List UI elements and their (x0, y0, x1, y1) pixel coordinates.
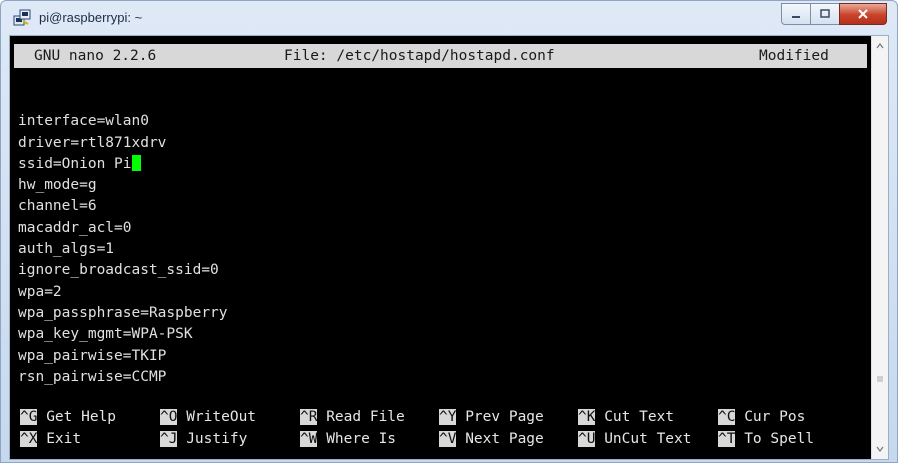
scroll-grip-icon[interactable] (876, 374, 884, 384)
shortcut-key: ^Y (439, 409, 457, 425)
title-bar[interactable]: pi@raspberrypi: ~ (1, 1, 897, 35)
shortcut-cur-pos[interactable]: ^C Cur Pos (718, 409, 805, 425)
shortcut-label: Prev Page (456, 409, 544, 425)
editor-line: ignore_broadcast_ssid=0 (18, 262, 219, 279)
terminal-client-area: GNU nano 2.2.6 File: /etc/hostapd/hostap… (9, 35, 889, 460)
editor-line-text: ssid=Onion Pi (18, 155, 132, 172)
shortcut-to-spell[interactable]: ^T To Spell (718, 431, 814, 447)
shortcut-next-page[interactable]: ^V Next Page (439, 431, 544, 447)
shortcut-label: Read File (317, 409, 405, 425)
terminal-window: pi@raspberrypi: ~ GNU nano 2.2.6 File: /… (0, 0, 898, 463)
editor-line: driver=rtl871xdrv (18, 134, 167, 151)
shortcut-label: Where Is (317, 431, 397, 447)
shortcut-exit[interactable]: ^X Exit (20, 431, 81, 447)
shortcut-key: ^C (718, 409, 736, 425)
shortcut-label: Cur Pos (735, 409, 806, 425)
editor-line: rsn_pairwise=CCMP (18, 368, 167, 385)
text-cursor (131, 154, 141, 171)
shortcut-get-help[interactable]: ^G Get Help (20, 409, 116, 425)
shortcut-justify[interactable]: ^J Justify (160, 431, 247, 447)
scroll-up-icon[interactable] (876, 42, 884, 50)
editor-line: wpa_key_mgmt=WPA-PSK (18, 326, 193, 343)
shortcut-prev-page[interactable]: ^Y Prev Page (439, 409, 544, 425)
shortcut-key: ^O (160, 409, 178, 425)
caption-buttons (781, 3, 887, 25)
maximize-icon (820, 9, 830, 18)
nano-version: GNU nano 2.2.6 (34, 48, 157, 64)
shortcut-label: Cut Text (595, 409, 675, 425)
editor-line: wpa_passphrase=Raspberry (18, 304, 228, 321)
shortcut-label: To Spell (735, 431, 815, 447)
editor-line: interface=wlan0 (18, 113, 149, 130)
shortcut-key: ^U (578, 431, 596, 447)
shortcut-label: UnCut Text (595, 431, 692, 447)
close-icon (858, 9, 868, 19)
editor-line: wpa=2 (18, 283, 62, 300)
shortcut-uncut-text[interactable]: ^U UnCut Text (578, 431, 692, 447)
shortcut-label: Exit (37, 431, 82, 447)
shortcut-read-file[interactable]: ^R Read File (300, 409, 405, 425)
close-button[interactable] (839, 3, 887, 25)
shortcut-label: Justify (177, 431, 248, 447)
shortcut-key: ^V (439, 431, 457, 447)
scroll-down-icon[interactable] (876, 445, 884, 453)
shortcut-key: ^T (718, 431, 736, 447)
maximize-button[interactable] (810, 3, 840, 25)
editor-line: wpa_pairwise=TKIP (18, 347, 167, 364)
editor-line: auth_algs=1 (18, 241, 115, 258)
shortcut-label: Next Page (456, 431, 544, 447)
shortcut-cut-text[interactable]: ^K Cut Text (578, 409, 674, 425)
editor-line: channel=6 (18, 198, 97, 215)
window-title: pi@raspberrypi: ~ (39, 10, 143, 25)
nano-filename: File: /etc/hostapd/hostapd.conf (284, 48, 555, 64)
vertical-scrollbar[interactable] (871, 36, 888, 459)
shortcut-key: ^R (300, 409, 318, 425)
shortcut-where-is[interactable]: ^W Where Is (300, 431, 396, 447)
minimize-icon (792, 16, 800, 18)
shortcut-key: ^K (578, 409, 596, 425)
editor-line: macaddr_acl=0 (18, 219, 132, 236)
shortcut-key: ^G (20, 409, 38, 425)
terminal-screen[interactable]: GNU nano 2.2.6 File: /etc/hostapd/hostap… (10, 36, 872, 459)
shortcut-key: ^J (160, 431, 178, 447)
shortcut-key: ^X (20, 431, 38, 447)
shortcut-label: Get Help (37, 409, 117, 425)
nano-status: Modified (759, 48, 829, 64)
putty-icon (13, 9, 31, 26)
editor-line-current: ssid=Onion Pi (18, 154, 228, 175)
editor-buffer[interactable]: interface=wlan0 driver=rtl871xdrv ssid=O… (18, 90, 228, 388)
shortcut-writeout[interactable]: ^O WriteOut (160, 409, 256, 425)
shortcut-label: WriteOut (177, 409, 257, 425)
minimize-button[interactable] (781, 3, 811, 25)
shortcut-key: ^W (300, 431, 318, 447)
editor-line: hw_mode=g (18, 177, 97, 194)
nano-header: GNU nano 2.2.6 File: /etc/hostapd/hostap… (14, 44, 867, 68)
